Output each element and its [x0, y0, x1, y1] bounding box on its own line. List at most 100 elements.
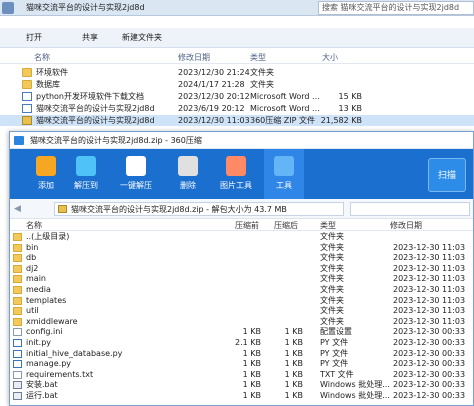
zip-cell-after: 1 KB — [284, 327, 303, 337]
column-before-size[interactable]: 压缩前 — [235, 220, 259, 231]
explorer-cell-modified: 2023/12/30 21:24 — [178, 68, 250, 77]
folder-icon — [22, 80, 32, 89]
zip-cell-type: 文件夹 — [320, 253, 344, 263]
zip-list-item[interactable]: init.py 2.1 KB 1 KB PY 文件 2023-12-30 00:33 — [10, 338, 473, 349]
explorer-search-input[interactable]: 搜索 猫咪交流平台的设计与实现2jd8d — [318, 1, 474, 15]
zip-list-item[interactable]: dj2 文件夹 2023-12-30 11:03 — [10, 264, 473, 275]
explorer-path[interactable]: 猫咪交流平台的设计与实现2jd8d — [26, 2, 145, 14]
zip-search-input[interactable] — [350, 202, 470, 216]
share-button[interactable]: 共享 — [82, 32, 98, 44]
zip-list-item[interactable]: xmiddleware 文件夹 2023-12-30 11:03 — [10, 317, 473, 328]
zip-cell-type: PY 文件 — [320, 338, 349, 347]
explorer-cell-modified: 2023/12/30 11:03 — [178, 116, 250, 125]
explorer-row[interactable]: 猫咪交流平台的设计与实现2jd8d 2023/12/30 11:03 360压缩 Z… — [0, 115, 474, 126]
zip-cell-after: 1 KB — [284, 369, 303, 379]
file-icon — [13, 370, 22, 379]
one-click-extract-label: 一键解压 — [120, 181, 152, 190]
folder-icon — [13, 286, 22, 294]
explorer-row[interactable]: 猫咪交流平台的设计与实现2jd8d 2023/6/19 20:12 Microsof… — [0, 103, 474, 114]
zip-file-list: ..(上级目录) 文件夹 bin 文件夹 2023-12-30 11:03 db 文件夹 20… — [10, 232, 473, 406]
open-button[interactable]: 打开 — [26, 32, 42, 44]
explorer-row[interactable]: 数据库 2024/1/17 21:28 文件夹 — [0, 79, 474, 90]
explorer-window: 猫咪交流平台的设计与实现2jd8d 搜索 猫咪交流平台的设计与实现2jd8d 打… — [0, 0, 474, 135]
column-modified[interactable]: 修改日期 — [390, 220, 422, 231]
zip-file-icon — [58, 205, 67, 213]
new-folder-button[interactable]: 新建文件夹 — [122, 32, 162, 44]
add-label: 添加 — [38, 181, 54, 190]
add-button[interactable]: 添加 — [26, 149, 66, 199]
zip-list-item[interactable]: 运行.bat 1 KB 1 KB Windows 批处理... 2023-12-30 0… — [10, 391, 473, 402]
zip-cell-before: 1 KB — [242, 380, 261, 390]
delete-label: 删除 — [180, 181, 196, 190]
zip-toolbar: 添加 解压到 一键解压 删除 图片工具 工具 扫描 — [10, 149, 473, 199]
folder-icon — [13, 296, 22, 305]
explorer-row[interactable]: 环境软件 2023/12/30 21:24 文件夹 — [0, 67, 474, 78]
python-file-icon — [13, 360, 22, 369]
explorer-cell-modified: 2023/6/19 20:12 — [178, 104, 245, 113]
zip-cell-type: 文件夹 — [320, 316, 344, 326]
zip-list-item[interactable]: media 文件夹 2023-12-30 11:03 — [10, 285, 473, 296]
batch-file-icon — [13, 392, 22, 400]
scan-button[interactable]: 扫描 — [428, 158, 466, 192]
column-modified[interactable]: 修改日期 — [178, 52, 210, 63]
zip-cell-after: 1 KB — [284, 359, 303, 369]
image-tool-button[interactable]: 图片工具 — [216, 149, 256, 199]
zip-cell-name: media — [26, 285, 51, 294]
zip-list-item[interactable]: 安装.bat 1 KB 1 KB Windows 批处理... 2023-12-30 0… — [10, 380, 473, 391]
zip-cell-name: util — [26, 306, 39, 316]
zip-titlebar: 猫咪交流平台的设计与实现2jd8d.zip - 360压缩 — [10, 132, 473, 149]
column-name[interactable]: 名称 — [26, 220, 42, 231]
delete-icon — [178, 156, 198, 176]
zip-path-field[interactable]: 猫咪交流平台的设计与实现2jd8d.zip - 解包大小为 43.7 MB ▼ — [54, 202, 383, 218]
zip-cell-name: initial_hive_database.py — [26, 348, 123, 358]
zip-list-item[interactable]: bin 文件夹 2023-12-30 11:03 — [10, 243, 473, 254]
python-file-icon — [13, 339, 22, 347]
column-name[interactable]: 名称 — [34, 52, 50, 63]
zip-list-item[interactable]: config.ini 1 KB 1 KB 配置设置 2023-12-30 00:33 — [10, 327, 473, 338]
zip-list-item[interactable]: util 文件夹 2023-12-30 11:03 — [10, 306, 473, 317]
column-after-size[interactable]: 压缩后 — [274, 220, 298, 231]
zip-address-bar: ◀ 猫咪交流平台的设计与实现2jd8d.zip - 解包大小为 43.7 MB … — [10, 199, 473, 219]
explorer-cell-name: 猫咪交流平台的设计与实现2jd8d — [36, 116, 155, 125]
zip-list-item[interactable]: templates 文件夹 2023-12-30 11:03 — [10, 296, 473, 307]
zip-cell-modified: 2023-12-30 00:33 — [393, 327, 466, 337]
back-arrow-icon[interactable]: ◀ — [14, 204, 24, 214]
zip-list-item[interactable]: manage.py 1 KB 1 KB PY 文件 2023-12-30 00:33 — [10, 359, 473, 370]
zip-cell-name: main — [26, 274, 46, 284]
file-icon — [13, 328, 22, 337]
batch-file-icon — [13, 381, 22, 390]
zip-cell-name: xmiddleware — [26, 316, 78, 326]
explorer-row[interactable]: python开发环境软件下载文档 2023/12/30 20:12 Microsof… — [0, 91, 474, 102]
explorer-cell-size: 15 KB — [338, 92, 362, 101]
zip-list-item[interactable]: ..(上级目录) 文件夹 — [10, 232, 473, 243]
word-doc-icon — [22, 92, 32, 101]
zip-cell-type: 文件夹 — [320, 263, 344, 273]
add-icon — [36, 156, 56, 176]
zip-cell-type: 文件夹 — [320, 242, 344, 252]
word-doc-icon — [22, 104, 32, 113]
tools-button[interactable]: 工具 — [264, 149, 304, 199]
zip-cell-type: 文件夹 — [320, 295, 344, 305]
zip-cell-modified: 2023-12-30 00:33 — [393, 369, 466, 379]
zip-cell-type: 文件夹 — [320, 285, 344, 294]
one-click-extract-button[interactable]: 一键解压 — [116, 149, 156, 199]
zip-cell-name: templates — [26, 295, 67, 305]
extract-to-button[interactable]: 解压到 — [66, 149, 106, 199]
explorer-cell-type: 360压缩 ZIP 文件 — [250, 116, 316, 125]
column-size[interactable]: 大小 — [322, 52, 338, 63]
zip-cell-before: 1 KB — [242, 359, 261, 369]
zip-list-item[interactable]: requirements.txt 1 KB 1 KB TXT 文件 2023-12-30… — [10, 370, 473, 381]
explorer-cell-name: 数据库 — [36, 80, 60, 89]
zip-cell-type: PY 文件 — [320, 348, 349, 358]
extract-to-label: 解压到 — [74, 181, 98, 190]
zip-list-item[interactable]: initial_hive_database.py 1 KB 1 KB PY 文件 202… — [10, 349, 473, 360]
delete-button[interactable]: 删除 — [168, 149, 208, 199]
zip-list-item[interactable]: db 文件夹 2023-12-30 11:03 — [10, 253, 473, 264]
zip-cell-modified: 2023-12-30 11:03 — [393, 316, 466, 326]
column-type[interactable]: 类型 — [250, 52, 266, 63]
zip-cell-type: 文件夹 — [320, 232, 344, 241]
column-type[interactable]: 类型 — [320, 220, 336, 231]
zip-list-item[interactable]: main 文件夹 2023-12-30 11:03 — [10, 274, 473, 285]
zip-cell-type: 文件夹 — [320, 274, 344, 284]
explorer-cell-name: 猫咪交流平台的设计与实现2jd8d — [36, 104, 155, 113]
